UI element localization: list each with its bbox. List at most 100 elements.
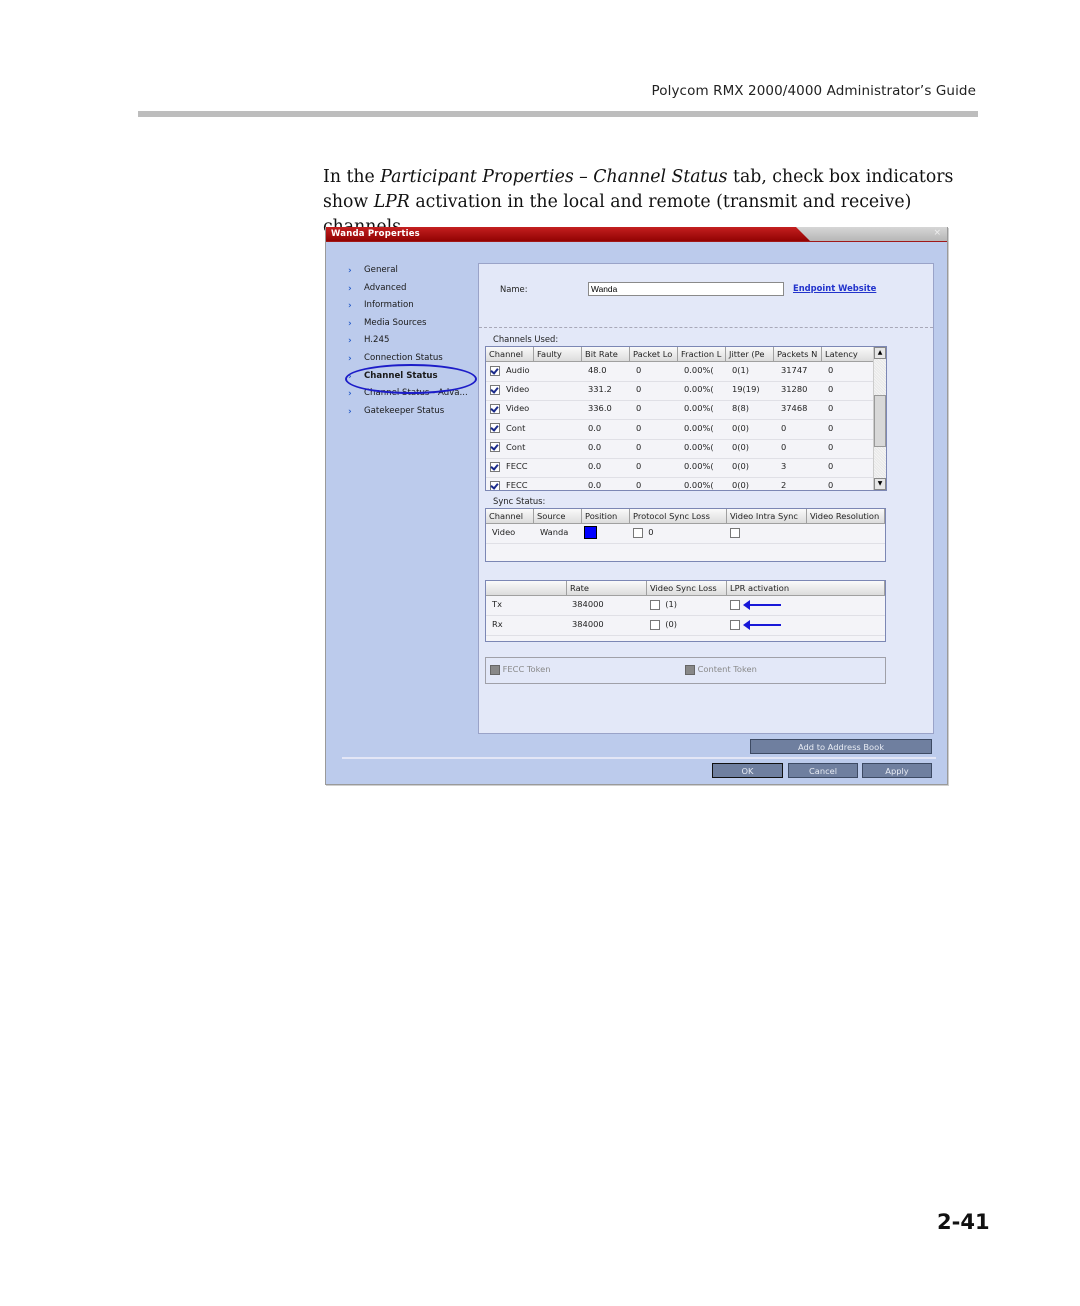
col-header-source[interactable]: Source bbox=[534, 509, 582, 524]
channel-checkbox[interactable] bbox=[490, 365, 500, 376]
col-header-rate[interactable]: Rate bbox=[567, 581, 647, 596]
cancel-button[interactable]: Cancel bbox=[788, 763, 858, 778]
cell-channel: Video bbox=[492, 527, 516, 537]
table-row[interactable]: Audio 48.0 0 0.00%(0(1) 31747 0 bbox=[486, 362, 886, 382]
title-bar-line bbox=[326, 241, 947, 242]
name-field[interactable] bbox=[588, 282, 784, 296]
channel-checkbox[interactable] bbox=[490, 480, 500, 490]
col-header-faulty[interactable]: Faulty bbox=[534, 347, 582, 362]
intro-text-1: In the bbox=[323, 167, 381, 187]
endpoint-website-link[interactable]: Endpoint Website bbox=[793, 283, 876, 293]
cell-checkbox bbox=[490, 480, 500, 490]
channel-checkbox[interactable] bbox=[490, 403, 500, 414]
video-sync-loss-checkbox[interactable] bbox=[650, 619, 660, 630]
cell-jitter: 0(0) bbox=[732, 422, 750, 433]
cell-packets: 3 bbox=[781, 461, 787, 471]
channel-checkbox[interactable] bbox=[490, 442, 500, 453]
content-token: Content Token bbox=[685, 664, 757, 675]
apply-button[interactable]: Apply bbox=[862, 763, 932, 778]
table-row-tx[interactable]: Tx 384000 (1) bbox=[486, 596, 885, 616]
video-sync-loss-value: (1) bbox=[665, 599, 678, 609]
col-header-position[interactable]: Position bbox=[582, 509, 630, 524]
col-header-packet-loss[interactable]: Packet Lo bbox=[630, 347, 678, 362]
cell-jitter: 0(0) bbox=[732, 441, 750, 452]
position-color-swatch bbox=[584, 526, 597, 539]
rates-table: Rate Video Sync Loss LPR activation Tx 3… bbox=[485, 580, 886, 642]
channel-checkbox[interactable] bbox=[490, 384, 500, 395]
dialog-title-bar[interactable]: Wanda Properties × bbox=[326, 227, 947, 242]
video-intra-sync-checkbox[interactable] bbox=[730, 527, 740, 538]
lpr-activation-checkbox-tx[interactable] bbox=[730, 599, 740, 610]
col-header-channel[interactable]: Channel bbox=[486, 509, 534, 524]
cell-channel: FECC bbox=[506, 480, 528, 491]
cell-rate: 384000 bbox=[572, 619, 604, 629]
sidebar-item-label: Connection Status bbox=[364, 352, 443, 363]
add-to-address-book-button[interactable]: Add to Address Book bbox=[750, 739, 932, 754]
ok-button[interactable]: OK bbox=[712, 763, 783, 778]
cell-checkbox bbox=[490, 461, 500, 472]
table-row-rx[interactable]: Rx 384000 (0) bbox=[486, 616, 885, 636]
scrollbar-thumb[interactable] bbox=[874, 395, 886, 447]
cell-direction: Rx bbox=[492, 619, 503, 629]
channel-checkbox[interactable] bbox=[490, 461, 500, 472]
lpr-activation-checkbox-rx[interactable] bbox=[730, 619, 740, 630]
table-row[interactable]: FECC 0.0 0 0.00%(0(0) 3 0 bbox=[486, 458, 886, 478]
col-header-lpr-activation[interactable]: LPR activation bbox=[727, 581, 885, 596]
col-header-jitter[interactable]: Jitter (Pe bbox=[726, 347, 774, 362]
col-header-video-intra-sync[interactable]: Video Intra Sync bbox=[727, 509, 807, 524]
fecc-token-checkbox[interactable] bbox=[490, 664, 500, 675]
sidebar-item-label: Gatekeeper Status bbox=[364, 405, 445, 416]
cell-latency: 0 bbox=[828, 441, 834, 452]
col-header-latency[interactable]: Latency bbox=[822, 347, 874, 362]
arrow-left-icon bbox=[743, 600, 781, 610]
col-header-video-sync-loss[interactable]: Video Sync Loss bbox=[647, 581, 727, 596]
sidebar-item-label: Media Sources bbox=[364, 317, 427, 328]
position-swatch bbox=[584, 526, 597, 539]
cell-packets: 31747 bbox=[781, 365, 808, 375]
cell-video-sync-loss: (1) bbox=[650, 599, 677, 610]
table-row[interactable]: Video Wanda 0 bbox=[486, 524, 885, 544]
cell-source: Wanda bbox=[540, 527, 569, 537]
sidebar-item-label: General bbox=[364, 265, 398, 275]
cell-rate: 384000 bbox=[572, 599, 604, 609]
col-header-packets[interactable]: Packets N bbox=[774, 347, 822, 362]
channel-checkbox[interactable] bbox=[490, 423, 500, 434]
scroll-down-arrow-icon[interactable]: ▼ bbox=[874, 478, 886, 490]
chevron-right-icon: › bbox=[348, 336, 352, 347]
video-sync-loss-checkbox[interactable] bbox=[650, 599, 660, 610]
sync-status-label: Sync Status: bbox=[493, 496, 546, 506]
cell-direction: Tx bbox=[492, 599, 502, 609]
table-row[interactable]: Video 331.2 0 0.00%(19(19) 31280 0 bbox=[486, 381, 886, 402]
cell-packet-loss: 0 bbox=[636, 422, 642, 433]
col-header-video-resolution[interactable]: Video Resolution bbox=[807, 509, 885, 524]
page-header-title: Polycom RMX 2000/4000 Administrator’s Gu… bbox=[651, 83, 976, 99]
channels-scrollbar[interactable]: ▲ ▼ bbox=[873, 347, 886, 490]
table-row[interactable]: FECC 0.0 0 0.00%(0(0) 2 0 bbox=[486, 477, 886, 491]
cell-jitter: 0(0) bbox=[732, 480, 750, 491]
cell-bit-rate: 336.0 bbox=[588, 403, 612, 414]
protocol-sync-loss-checkbox[interactable] bbox=[633, 527, 643, 538]
cell-lpr-activation bbox=[730, 599, 740, 610]
chevron-right-icon: › bbox=[348, 318, 352, 329]
col-header-protocol-sync-loss[interactable]: Protocol Sync Loss bbox=[630, 509, 727, 524]
table-row[interactable]: Cont 0.0 0 0.00%(0(0) 0 0 bbox=[486, 420, 886, 440]
channel-status-panel: Name: Endpoint Website Channels Used: Ch… bbox=[478, 263, 934, 734]
cell-channel: Video bbox=[506, 403, 530, 414]
cell-jitter: 0(0) bbox=[732, 461, 750, 471]
cell-packet-loss: 0 bbox=[636, 441, 642, 452]
col-header-fraction-lost[interactable]: Fraction L bbox=[678, 347, 726, 362]
cell-fraction: 0.00%( bbox=[684, 422, 714, 433]
cell-latency: 0 bbox=[828, 461, 834, 471]
cell-fraction: 0.00%( bbox=[684, 461, 714, 471]
table-row[interactable]: Video 336.0 0 0.00%(8(8) 37468 0 bbox=[486, 400, 886, 421]
content-token-checkbox[interactable] bbox=[685, 664, 695, 675]
table-row[interactable]: Cont 0.0 0 0.00%(0(0) 0 0 bbox=[486, 439, 886, 459]
col-header-channel[interactable]: Channel bbox=[486, 347, 534, 362]
cell-bit-rate: 48.0 bbox=[588, 365, 607, 375]
close-icon[interactable]: × bbox=[933, 228, 941, 238]
cell-latency: 0 bbox=[828, 480, 834, 491]
intro-italic-2: LPR bbox=[373, 192, 410, 212]
col-header-bit-rate[interactable]: Bit Rate bbox=[582, 347, 630, 362]
scroll-up-arrow-icon[interactable]: ▲ bbox=[874, 347, 886, 359]
cell-fraction: 0.00%( bbox=[684, 441, 714, 452]
